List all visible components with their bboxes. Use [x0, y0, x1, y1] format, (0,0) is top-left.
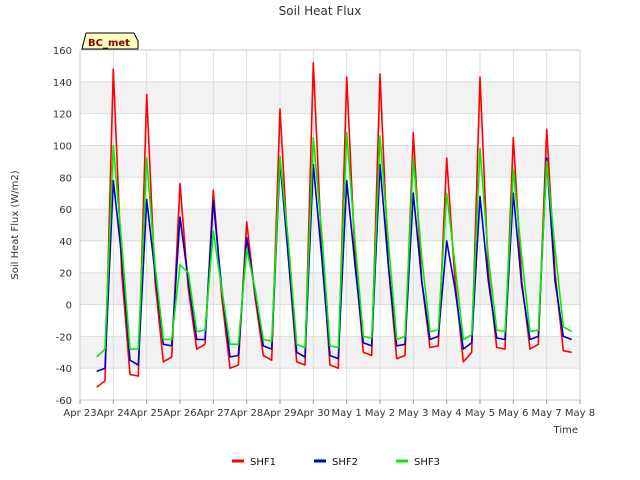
station-badge: BC_met [81, 32, 139, 50]
station-badge-text: BC_met [88, 38, 130, 49]
y-tick-label: 80 [59, 173, 72, 184]
legend-label-shf2: SHF2 [332, 457, 358, 468]
y-tick-label: 20 [59, 269, 72, 280]
x-tick-label: May 3 [398, 408, 428, 419]
y-axis-label: Soil Heat Flux (W/m2) [10, 170, 21, 279]
x-tick-label: Apr 25 [130, 408, 163, 419]
plot-band [80, 209, 580, 241]
y-axis-ticks: -60 -40 -20 0 20 40 60 80 100 120 140 160 [53, 46, 72, 407]
x-tick-label: Apr 30 [297, 408, 330, 419]
y-tick-label: -40 [56, 364, 72, 375]
x-tick-label: Apr 26 [163, 408, 196, 419]
y-tick-label: -20 [56, 332, 72, 343]
legend-label-shf3: SHF3 [414, 457, 440, 468]
legend-label-shf1: SHF1 [250, 457, 276, 468]
y-tick-label: 120 [53, 110, 72, 121]
x-axis-label: Time [553, 425, 578, 436]
y-tick-label: -60 [56, 396, 72, 407]
x-axis-ticks: Apr 23 Apr 24 Apr 25 Apr 26 Apr 27 Apr 28 Apr … [63, 400, 595, 419]
x-tick-label: Apr 28 [230, 408, 263, 419]
soil-heat-flux-chart: Soil Heat Flux -60 -40 -20 0 20 40 60 80 100 120 1… [10, 4, 595, 468]
y-tick-label: 160 [53, 46, 72, 57]
x-tick-label: Apr 29 [263, 408, 296, 419]
x-tick-label: May 1 [332, 408, 362, 419]
x-tick-label: Apr 24 [97, 408, 130, 419]
x-tick-label: Apr 27 [197, 408, 230, 419]
y-tick-label: 40 [59, 237, 72, 248]
y-tick-label: 100 [53, 141, 72, 152]
x-tick-label: May 6 [498, 408, 528, 419]
chart-title: Soil Heat Flux [279, 4, 362, 18]
x-tick-label: May 2 [365, 408, 395, 419]
x-tick-label: May 8 [565, 408, 595, 419]
x-tick-label: May 5 [465, 408, 495, 419]
y-tick-label: 0 [66, 301, 72, 312]
x-tick-label: May 4 [432, 408, 462, 419]
plot-band [80, 81, 580, 114]
plot-band [80, 145, 580, 178]
y-tick-label: 60 [59, 205, 72, 216]
x-tick-label: May 7 [532, 408, 562, 419]
y-tick-label: 140 [53, 78, 72, 89]
legend: SHF1 SHF2 SHF3 [232, 457, 440, 468]
x-tick-label: Apr 23 [63, 408, 96, 419]
